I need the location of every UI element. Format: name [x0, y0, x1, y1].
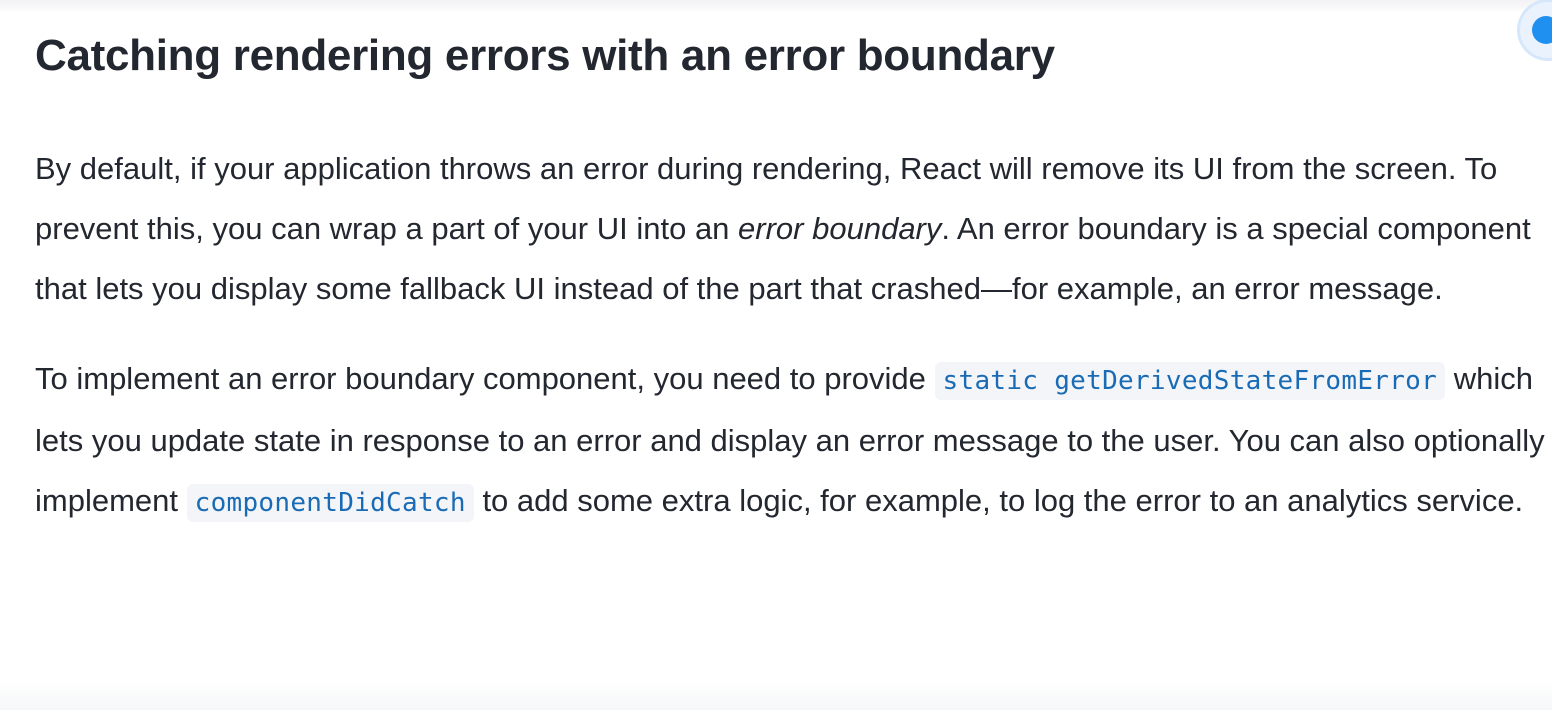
paragraph-implementation-text-3: to add some extra logic, for example, to…: [473, 483, 1524, 518]
code-component-did-catch: componentDidCatch: [186, 484, 474, 522]
code-get-derived-state-from-error: static getDerivedStateFromError: [934, 362, 1446, 400]
paragraph-implementation: To implement an error boundary component…: [35, 349, 1550, 533]
article-section: Catching rendering errors with an error …: [35, 26, 1550, 533]
bottom-shade: [0, 680, 1552, 710]
section-heading: Catching rendering errors with an error …: [35, 31, 1055, 80]
top-shade: [0, 0, 1552, 14]
paragraph-intro: By default, if your application throws a…: [35, 139, 1550, 319]
paragraph-implementation-text-1: To implement an error boundary component…: [35, 361, 935, 396]
emphasis-error-boundary: error boundary: [738, 211, 942, 246]
